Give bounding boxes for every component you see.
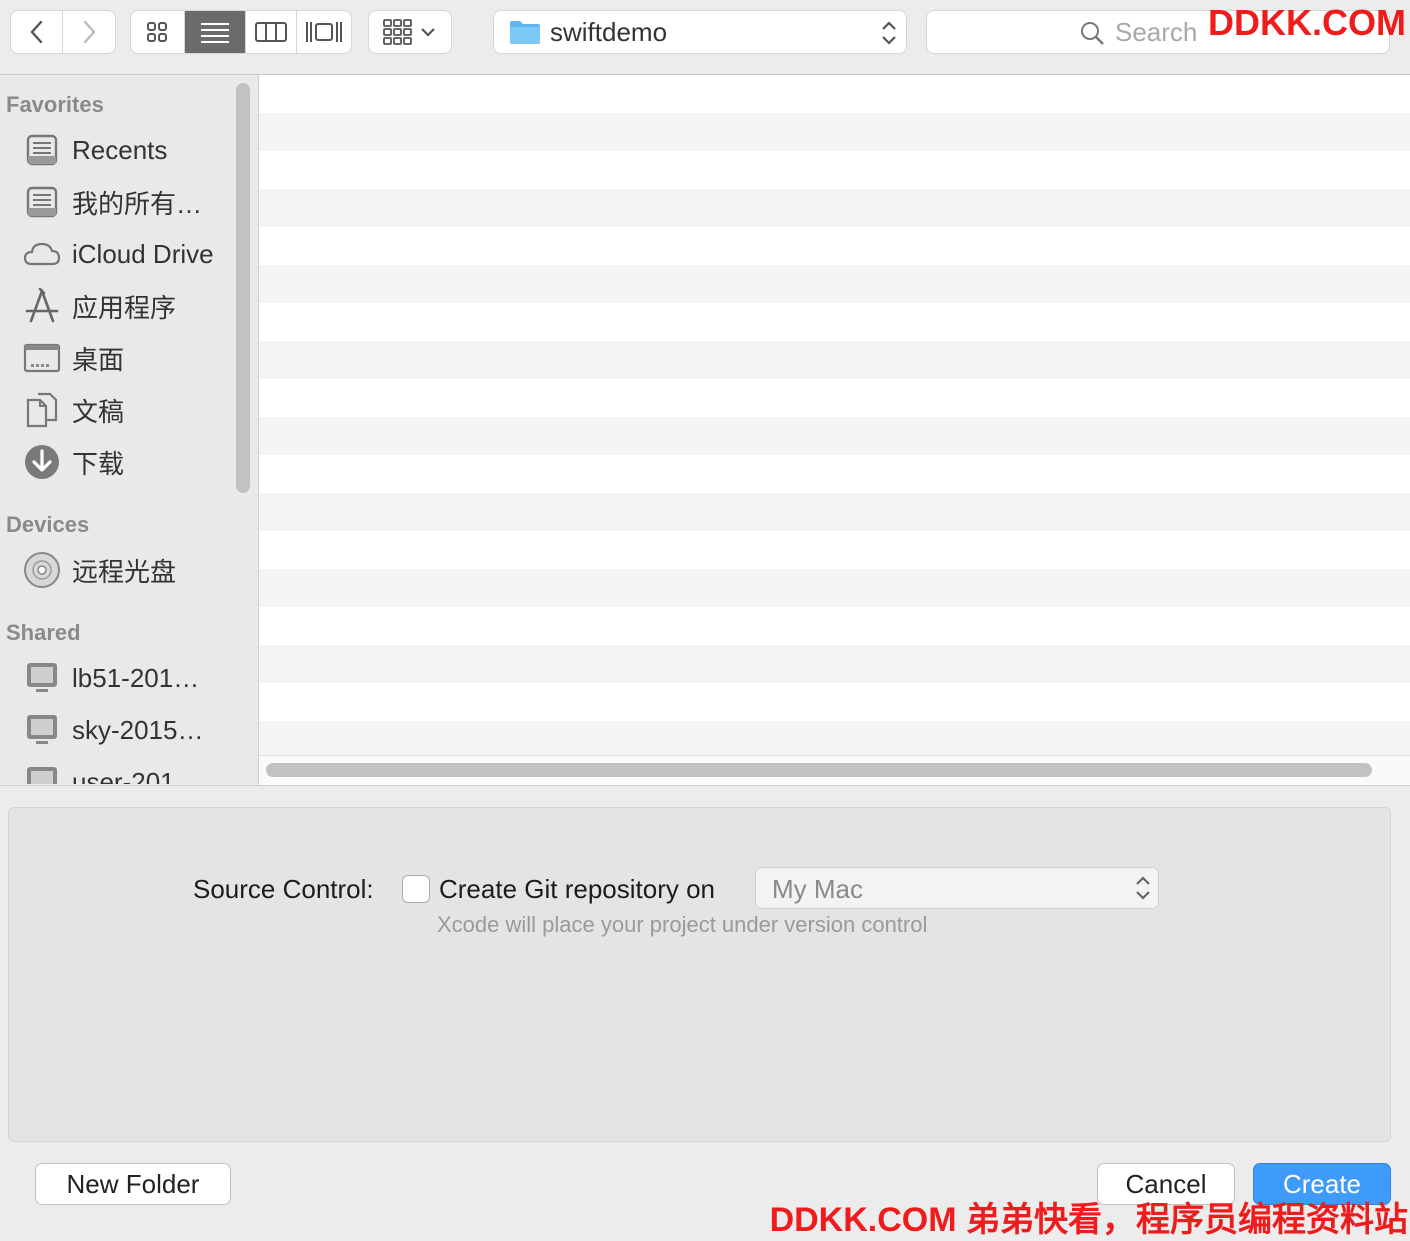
columns-icon — [255, 22, 288, 42]
list-row — [259, 113, 1410, 151]
sidebar-item-shared-lb51[interactable]: lb51-201… — [22, 656, 199, 700]
forward-button[interactable] — [63, 11, 115, 53]
computer-icon — [22, 658, 62, 698]
list-view-button[interactable] — [184, 11, 246, 53]
source-control-hint: Xcode will place your project under vers… — [437, 912, 928, 937]
list-row — [259, 607, 1410, 645]
list-row — [259, 303, 1410, 341]
favorites-section-title: Favorites — [6, 92, 104, 117]
shared-section-title: Shared — [6, 620, 81, 645]
arrange-grid-icon — [383, 19, 412, 45]
sidebar-item-label: lb51-201… — [72, 662, 200, 693]
documents-icon — [22, 390, 62, 430]
sidebar: Favorites Recents 我的所有… iCloud Drive 应用程… — [0, 75, 259, 784]
sidebar-item-label: 应用程序 — [72, 292, 177, 323]
watermark-bottom: DDKK.COM 弟弟快看，程序员编程资料站 — [769, 1201, 1408, 1239]
file-list[interactable] — [259, 75, 1410, 755]
sidebar-item-label: 远程光盘 — [72, 556, 177, 587]
computer-icon — [22, 710, 62, 750]
folder-icon — [510, 21, 540, 44]
downloads-icon — [22, 442, 62, 482]
git-location-value: My Mac — [772, 874, 863, 904]
updown-chevron-icon — [1136, 876, 1150, 900]
back-button[interactable] — [11, 11, 64, 53]
horizontal-scrollbar — [259, 755, 1410, 785]
create-git-repo-label[interactable]: Create Git repository on — [439, 874, 715, 905]
sidebar-item-icloud-drive[interactable]: iCloud Drive — [22, 232, 214, 276]
list-row — [259, 265, 1410, 303]
search-placeholder: Search — [1115, 17, 1198, 47]
gallery-view-button[interactable] — [297, 11, 351, 53]
list-row — [259, 683, 1410, 721]
nav-buttons — [10, 10, 116, 54]
chevron-left-icon — [29, 20, 42, 44]
chevron-right-icon — [83, 20, 96, 44]
sidebar-item-label: 文稿 — [72, 396, 125, 427]
path-folder-name: swiftdemo — [550, 16, 668, 47]
list-row — [259, 493, 1410, 531]
sidebar-scrollbar[interactable] — [236, 83, 250, 493]
sidebar-item-label: iCloud Drive — [72, 238, 214, 269]
sidebar-item-label: Recents — [72, 134, 168, 165]
sidebar-item-label: 我的所有… — [72, 188, 203, 219]
new-folder-button[interactable]: New Folder — [35, 1163, 231, 1205]
sidebar-item-label: 下载 — [72, 448, 125, 479]
create-git-repo-checkbox[interactable] — [402, 875, 430, 903]
desktop-icon — [22, 338, 62, 378]
column-view-button[interactable] — [246, 11, 298, 53]
arrange-button[interactable] — [368, 10, 452, 54]
source-control-box: Source Control: Create Git repository on… — [8, 807, 1391, 1142]
list-row — [259, 379, 1410, 417]
search-icon — [1081, 22, 1104, 45]
grid-icon — [147, 22, 168, 42]
sidebar-item-label: user-201… — [72, 766, 201, 785]
list-row — [259, 569, 1410, 607]
list-row — [259, 645, 1410, 683]
list-row — [259, 227, 1410, 265]
path-popup[interactable]: swiftdemo — [493, 10, 907, 54]
list-row — [259, 341, 1410, 379]
list-row — [259, 721, 1410, 755]
sidebar-item-applications[interactable]: 应用程序 — [22, 284, 176, 328]
toolbar: swiftdemo Search DDKK.COM — [0, 0, 1410, 75]
sidebar-item-shared-sky[interactable]: sky-2015… — [22, 708, 204, 752]
list-row — [259, 75, 1410, 113]
icon-view-button[interactable] — [131, 11, 185, 53]
applications-icon — [22, 286, 62, 326]
list-row — [259, 531, 1410, 569]
watermark-top: DDKK.COM — [1208, 2, 1406, 43]
cover-flow-icon — [306, 22, 343, 42]
sidebar-item-recents[interactable]: Recents — [22, 128, 167, 172]
disc-icon — [22, 550, 62, 590]
devices-section-title: Devices — [6, 512, 90, 537]
recents-icon — [22, 130, 62, 170]
git-location-select[interactable]: My Mac — [755, 867, 1159, 909]
chevron-down-icon — [421, 28, 435, 37]
list-row — [259, 417, 1410, 455]
all-files-icon — [22, 182, 62, 222]
cloud-icon — [22, 234, 62, 274]
sidebar-item-desktop[interactable]: 桌面 — [22, 336, 124, 380]
source-control-label: Source Control: — [193, 874, 374, 904]
list-icon — [200, 23, 229, 43]
sidebar-item-label: sky-2015… — [72, 714, 204, 745]
list-row — [259, 189, 1410, 227]
horizontal-scroll-thumb[interactable] — [266, 763, 1372, 777]
updown-chevron-icon — [882, 21, 896, 45]
sidebar-item-label: 桌面 — [72, 344, 125, 375]
view-mode-segmented — [130, 10, 352, 54]
list-row — [259, 455, 1410, 493]
sidebar-item-remote-disc[interactable]: 远程光盘 — [22, 548, 176, 592]
sidebar-item-downloads[interactable]: 下载 — [22, 440, 124, 484]
computer-icon — [22, 762, 62, 784]
sidebar-item-shared-user[interactable]: user-201… — [22, 760, 201, 784]
sidebar-item-all-my-files[interactable]: 我的所有… — [22, 180, 202, 224]
sidebar-item-documents[interactable]: 文稿 — [22, 388, 124, 432]
list-row — [259, 151, 1410, 189]
